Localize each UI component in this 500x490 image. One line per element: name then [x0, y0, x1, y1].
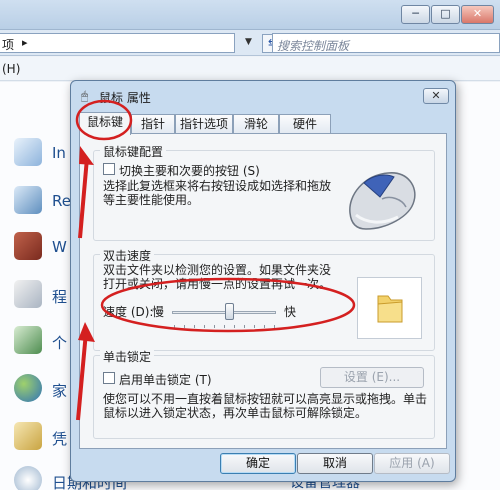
apply-button[interactable]: 应用 (A) — [374, 453, 450, 474]
button-config-group: 鼠标键配置 切换主要和次要的按钮 (S) 选择此复选框来将右按钮设成如选择和拖放… — [93, 143, 435, 241]
group-title: 鼠标键配置 — [100, 143, 167, 160]
programs-icon — [14, 280, 42, 308]
search-input[interactable]: 搜索控制面板 — [272, 33, 500, 53]
double-click-description: 双击文件夹以检测您的设置。如果文件夹没 打开或关闭，请用慢一点的设置再试一次。 — [103, 263, 331, 291]
click-lock-label[interactable]: 启用单击锁定 (T) — [119, 371, 212, 388]
chevron-right-icon[interactable]: ▸ — [22, 36, 28, 49]
explorer-titlebar: ─ □ ✕ — [0, 0, 500, 30]
item-label: 个 — [52, 334, 68, 352]
click-lock-checkbox[interactable] — [103, 372, 115, 384]
slider-tick — [194, 325, 195, 328]
switch-buttons-label[interactable]: 切换主要和次要的按钮 (S) — [119, 162, 260, 179]
cancel-button[interactable]: 取消 — [297, 453, 373, 474]
item-label: 家 — [52, 382, 68, 400]
click-lock-description: 使您可以不用一直按着鼠标按钮就可以高亮显示或拖拽。单击 鼠标以进入锁定状态，再次… — [103, 392, 427, 420]
config-description: 选择此复选框来将右按钮设成如选择和拖放 等主要性能使用。 — [103, 179, 331, 207]
close-window-button[interactable]: ✕ — [461, 5, 494, 24]
maximize-button[interactable]: □ — [431, 5, 460, 24]
description-line: 鼠标以进入锁定状态，再次单击鼠标可解除锁定。 — [103, 406, 368, 420]
clock-icon — [14, 466, 42, 490]
item-label: In — [52, 144, 66, 162]
slider-tick — [274, 325, 275, 328]
mouse-properties-dialog: 🖱 鼠标 属性 ✕ 鼠标键 指针 指针选项 滑轮 硬件 鼠标键配置 切换主要和次… — [70, 80, 456, 482]
description-line: 双击文件夹以检测您的设置。如果文件夹没 — [103, 263, 332, 277]
slider-tick — [214, 325, 215, 328]
checklist-icon — [14, 138, 42, 166]
slider-tick — [174, 325, 175, 328]
firewall-icon — [14, 232, 42, 260]
group-title: 双击速度 — [100, 247, 155, 264]
double-click-group: 双击速度 双击文件夹以检测您的设置。如果文件夹没 打开或关闭，请用慢一点的设置再… — [93, 247, 435, 351]
dropdown-arrow-icon[interactable]: ▼ — [245, 37, 252, 47]
description-line: 使您可以不用一直按着鼠标按钮就可以高亮显示或拖拽。单击 — [103, 392, 428, 406]
personalize-icon — [14, 326, 42, 354]
tab-pointer-options[interactable]: 指针选项 — [175, 114, 233, 134]
slider-tick — [254, 325, 255, 328]
homegroup-icon — [14, 374, 42, 402]
click-lock-group: 单击锁定 启用单击锁定 (T) 设置 (E)... 使您可以不用一直按着鼠标按钮… — [93, 348, 435, 439]
search-placeholder: 搜索控制面板 — [277, 39, 350, 53]
monitor-icon — [14, 186, 42, 214]
dialog-title: 鼠标 属性 — [99, 91, 151, 105]
item-label: 凭 — [52, 430, 68, 448]
mouse-illustration — [349, 172, 416, 230]
ok-button[interactable]: 确定 — [220, 453, 296, 474]
minimize-button[interactable]: ─ — [401, 5, 430, 24]
credential-icon — [14, 422, 42, 450]
slider-tick — [234, 325, 235, 328]
tab-panel: 鼠标键配置 切换主要和次要的按钮 (S) 选择此复选框来将右按钮设成如选择和拖放… — [79, 133, 447, 449]
slider-tick — [224, 325, 225, 328]
speed-slider-thumb[interactable] — [225, 303, 235, 320]
speed-label: 速度 (D): — [103, 305, 154, 319]
menu-help[interactable]: (H) — [2, 62, 20, 76]
slow-label: 慢 — [152, 305, 165, 319]
item-label: W — [52, 238, 67, 256]
tab-pointers[interactable]: 指针 — [131, 114, 175, 134]
fast-label: 快 — [284, 305, 297, 319]
description-line: 等主要性能使用。 — [103, 193, 200, 207]
tab-buttons[interactable]: 鼠标键 — [79, 112, 131, 135]
slider-tick — [244, 325, 245, 328]
address-bar-row: 项 ▸ ▼ ⇆ 搜索控制面板 — [0, 30, 500, 56]
tab-wheel[interactable]: 滑轮 — [233, 114, 279, 134]
slider-tick — [264, 325, 265, 328]
tab-hardware[interactable]: 硬件 — [279, 114, 331, 134]
item-label: 程 — [52, 288, 68, 306]
group-title: 单击锁定 — [100, 348, 155, 365]
close-icon: ✕ — [431, 89, 441, 102]
item-label: Re — [52, 192, 71, 210]
folder-icon — [377, 295, 403, 323]
click-lock-settings-button[interactable]: 设置 (E)... — [320, 367, 424, 388]
mouse-icon: 🖱 — [81, 89, 89, 103]
slider-tick — [184, 325, 185, 328]
slider-tick — [204, 325, 205, 328]
test-folder-area[interactable] — [357, 277, 422, 339]
description-line: 选择此复选框来将右按钮设成如选择和拖放 — [103, 179, 332, 193]
dialog-close-button[interactable]: ✕ — [423, 88, 449, 104]
address-field[interactable]: 项 ▸ — [0, 33, 235, 53]
description-line: 打开或关闭，请用慢一点的设置再试一次。 — [103, 277, 332, 291]
speed-slider-track[interactable] — [172, 311, 276, 314]
address-text: 项 — [2, 38, 15, 52]
switch-buttons-checkbox[interactable] — [103, 163, 115, 175]
menu-bar: (H) — [0, 57, 500, 81]
